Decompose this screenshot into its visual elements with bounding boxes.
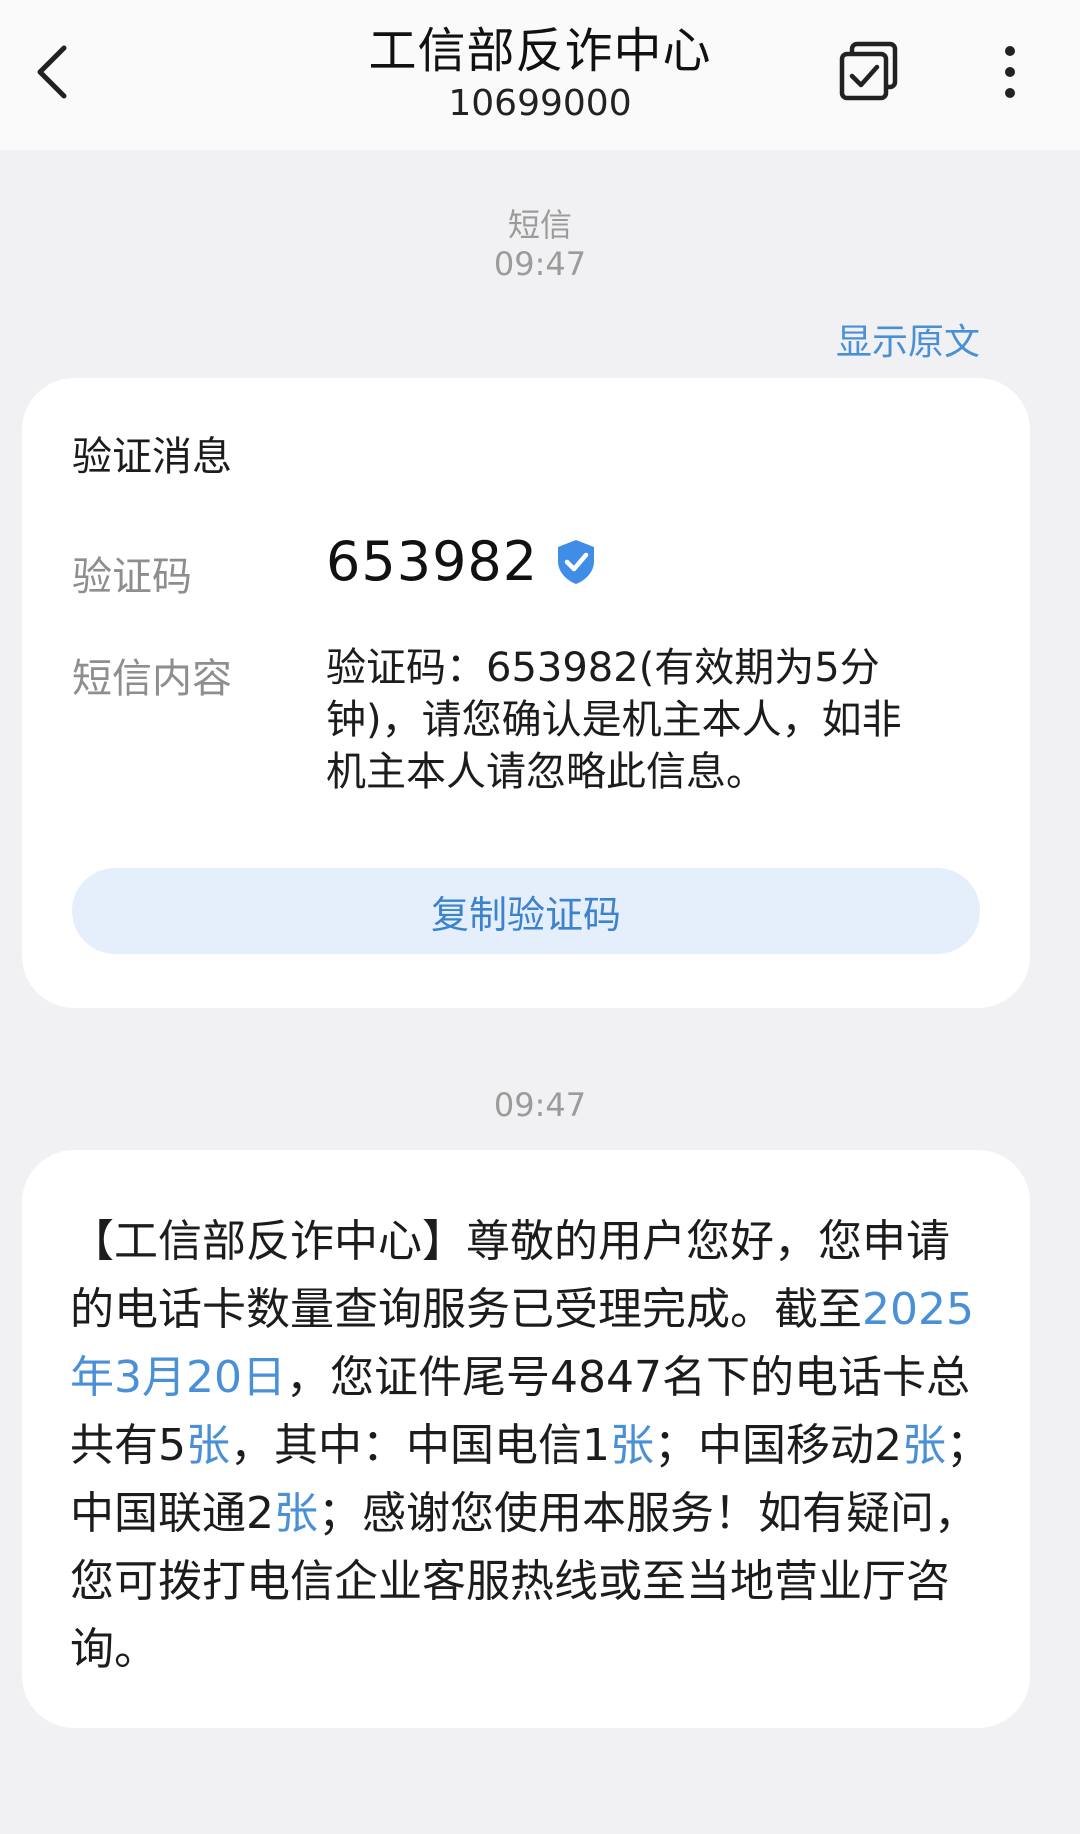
show-original-link[interactable]: 显示原文 xyxy=(836,313,980,365)
unit-link[interactable]: 张 xyxy=(274,1488,318,1539)
select-checkbox-icon xyxy=(839,41,898,101)
back-button[interactable] xyxy=(20,30,84,114)
copy-code-button[interactable]: 复制验证码 xyxy=(72,868,980,954)
sms-content-line: 验证码：653982(有效期为5分 xyxy=(326,645,880,691)
message-timestamp: 09:47 xyxy=(493,1086,587,1124)
message-text: 【工信部反诈中心】尊敬的用户您好，您申请的电话卡数量查询服务已受理完成。截至20… xyxy=(70,1208,990,1684)
verification-code-value: 653982 xyxy=(326,530,539,593)
message-type-label: 短信 xyxy=(507,206,572,244)
code-label: 验证码 xyxy=(72,554,192,600)
chevron-left-icon xyxy=(37,45,67,99)
unit-link[interactable]: 张 xyxy=(902,1420,946,1471)
message-text-segment: 【工信部反诈中心】尊敬的用户您好，您申请的电话卡数量查询服务已受理完成。截至 xyxy=(70,1216,950,1335)
contact-number: 10699000 xyxy=(448,83,632,124)
sms-content-line: 钟)，请您确认是机主本人，如非 xyxy=(326,697,902,743)
app-header: 工信部反诈中心 10699000 xyxy=(0,0,1080,150)
message-text-segment: ，其中：中国电信1 xyxy=(230,1420,610,1471)
more-vertical-icon xyxy=(1005,46,1015,98)
message-text-segment: ；中国移动2 xyxy=(654,1420,902,1471)
verification-code: 653982 xyxy=(326,530,598,593)
conversation-title-block: 工信部反诈中心 10699000 xyxy=(190,20,890,126)
verification-heading: 验证消息 xyxy=(72,434,232,480)
sms-content-text: 验证码：653982(有效期为5分 钟)，请您确认是机主本人，如非 机主本人请忽… xyxy=(326,642,976,798)
content-label: 短信内容 xyxy=(72,656,232,702)
select-messages-button[interactable] xyxy=(830,34,906,110)
unit-link[interactable]: 张 xyxy=(610,1420,654,1471)
contact-name: 工信部反诈中心 xyxy=(368,23,712,79)
verification-card: 验证消息 验证码 653982 短信内容 验证码：653982(有效期为5分 钟… xyxy=(22,378,1030,1008)
verified-shield-icon xyxy=(554,538,598,586)
sms-content-line: 机主本人请忽略此信息。 xyxy=(326,749,766,795)
more-options-button[interactable] xyxy=(980,34,1040,110)
message-bubble: 【工信部反诈中心】尊敬的用户您好，您申请的电话卡数量查询服务已受理完成。截至20… xyxy=(22,1150,1030,1728)
unit-link[interactable]: 张 xyxy=(186,1420,230,1471)
message-timestamp: 09:47 xyxy=(493,245,587,283)
